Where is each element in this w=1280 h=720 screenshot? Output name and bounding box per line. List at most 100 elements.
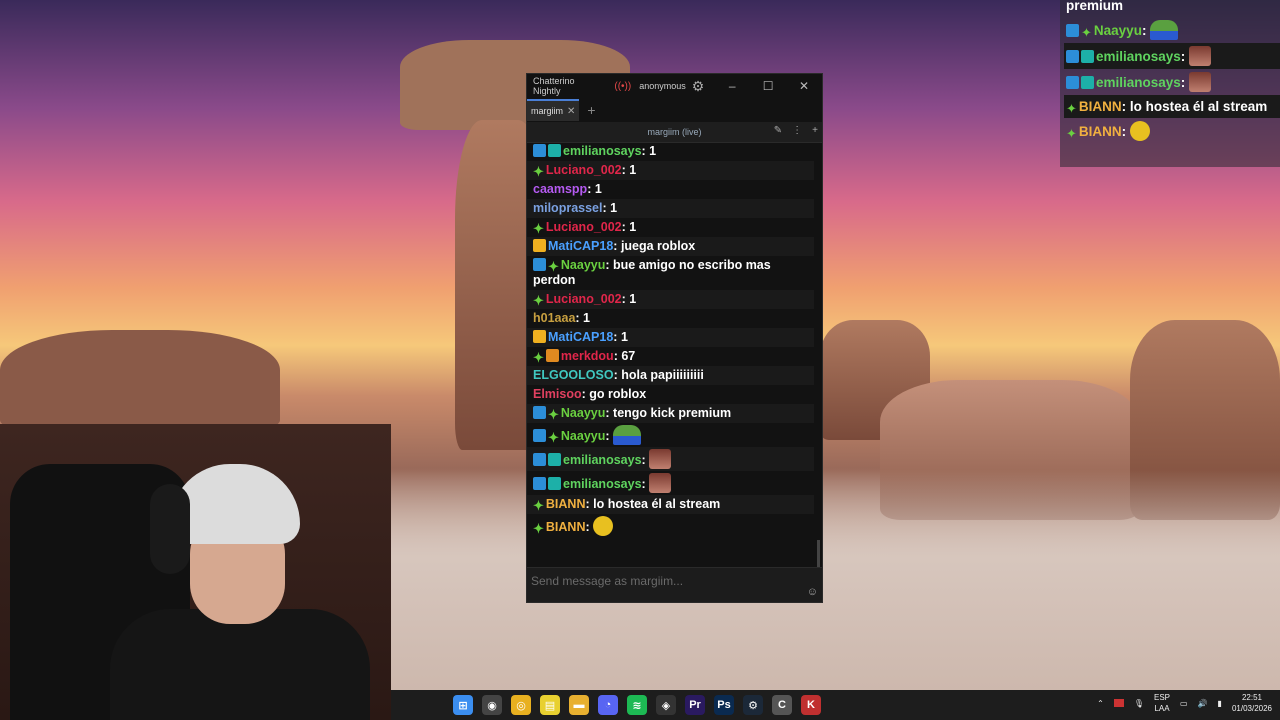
chat-username[interactable]: BIANN: [546, 520, 586, 534]
chat-message[interactable]: h01aaa: 1: [527, 309, 814, 328]
message-input[interactable]: Send message as margiim... ☺: [527, 567, 822, 602]
chat-username[interactable]: Naayyu: [1094, 23, 1142, 38]
chat-message[interactable]: caamspp: 1: [527, 180, 814, 199]
microphone-icon[interactable]: 🎙: [1134, 699, 1144, 708]
chat-username[interactable]: emilianosays: [1096, 49, 1181, 64]
more-options-icon[interactable]: ⋮: [792, 125, 802, 136]
chat-username[interactable]: BIANN: [546, 497, 586, 511]
chat-message[interactable]: ✦ Naayyu:: [1064, 17, 1280, 43]
chat-username[interactable]: miloprassel: [533, 201, 602, 215]
chat-username[interactable]: Luciano_002: [546, 292, 622, 306]
split-header[interactable]: margiim (live) ✎ ⋮ +: [527, 122, 822, 143]
chat-username[interactable]: emilianosays: [1096, 75, 1181, 90]
chat-message[interactable]: ✦ BIANN: lo hostea él al stream: [1064, 95, 1280, 118]
chat-message[interactable]: emilianosays:: [1064, 69, 1280, 95]
notes-taskbar-icon[interactable]: ▤: [540, 695, 560, 715]
steam-taskbar-icon[interactable]: ⚙: [743, 695, 763, 715]
chat-message[interactable]: ✦ Naayyu:: [527, 423, 814, 447]
face-emote-icon[interactable]: [649, 473, 672, 493]
chat-text: 1: [594, 182, 602, 196]
face-emote-icon[interactable]: [1189, 72, 1212, 92]
maximize-button[interactable]: ☐: [750, 79, 786, 93]
chat-message[interactable]: ✦ Naayyu: bue amigo no escribo mas perdon: [527, 256, 814, 290]
chat-username[interactable]: BIANN: [1079, 99, 1122, 114]
chat-separator: :: [613, 330, 621, 344]
chat-message[interactable]: ✦ BIANN: lo hostea él al stream: [527, 495, 814, 514]
gear-icon[interactable]: ⚙: [692, 78, 705, 95]
network-icon[interactable]: ▭: [1180, 699, 1188, 708]
volume-icon[interactable]: 🔊: [1198, 699, 1208, 708]
language-indicator[interactable]: ESP LAA: [1154, 692, 1170, 714]
chat-username[interactable]: emilianosays: [563, 144, 642, 158]
clock[interactable]: 22:51 01/03/2026: [1232, 692, 1272, 714]
chat-message[interactable]: ✦ BIANN:: [1064, 118, 1280, 144]
title-bar[interactable]: Chatterino Nightly ((•)) anonymous ⚙ – ☐…: [527, 74, 822, 98]
chat-username[interactable]: Naayyu: [561, 406, 605, 420]
spotify-taskbar-icon[interactable]: ≋: [627, 695, 647, 715]
pepe-emote-icon[interactable]: [613, 425, 642, 445]
chat-username[interactable]: Naayyu: [561, 429, 605, 443]
close-tab-icon[interactable]: ✕: [567, 106, 575, 117]
chat-username[interactable]: MatiCAP18: [548, 330, 613, 344]
chat-username[interactable]: Luciano_002: [546, 163, 622, 177]
battery-icon[interactable]: ▮: [1218, 699, 1222, 708]
add-tab-icon[interactable]: +: [587, 102, 595, 118]
chat-username[interactable]: Elmisoo: [533, 387, 582, 401]
account-name[interactable]: anonymous: [639, 81, 686, 91]
chat-message[interactable]: emilianosays:: [527, 471, 814, 495]
add-split-icon[interactable]: +: [812, 125, 818, 136]
yellow-emote-icon[interactable]: [593, 516, 614, 536]
minimize-button[interactable]: –: [714, 79, 750, 93]
chat-message[interactable]: ✦ merkdou: 67: [527, 347, 814, 366]
chat-message[interactable]: Elmisoo: go roblox: [527, 385, 814, 404]
chat-username[interactable]: h01aaa: [533, 311, 575, 325]
app-taskbar-icon[interactable]: ◈: [656, 695, 676, 715]
chat-username[interactable]: Luciano_002: [546, 220, 622, 234]
tab-margiim[interactable]: margiim ✕: [527, 99, 580, 121]
kick-taskbar-icon[interactable]: K: [801, 695, 821, 715]
scrollbar-thumb[interactable]: [817, 540, 820, 570]
chat-message[interactable]: emilianosays:: [1064, 43, 1280, 69]
chat-message[interactable]: MatiCAP18: juega roblox: [527, 237, 814, 256]
chat-username[interactable]: ELGOOLOSO: [533, 368, 614, 382]
photoshop-taskbar-icon[interactable]: Ps: [714, 695, 734, 715]
chat-message[interactable]: ✦ BIANN:: [527, 514, 814, 538]
mod-badge-icon: [533, 144, 546, 157]
chat-message[interactable]: ✦ Naayyu: tengo kick premium: [527, 404, 814, 423]
chat-username[interactable]: MatiCAP18: [548, 239, 613, 253]
chatterino-taskbar-icon[interactable]: C: [772, 695, 792, 715]
chat-message[interactable]: ELGOOLOSO: hola papiiiiiiiii: [527, 366, 814, 385]
chat-message[interactable]: miloprassel: 1: [527, 199, 814, 218]
face-emote-icon[interactable]: [1189, 46, 1212, 66]
chat-message[interactable]: emilianosays:: [527, 447, 814, 471]
yellow-emote-icon[interactable]: [1129, 121, 1150, 141]
chat-message[interactable]: ✦ Luciano_002: 1: [527, 218, 814, 237]
chrome-taskbar-icon[interactable]: ◎: [511, 695, 531, 715]
discord-taskbar-icon[interactable]: ◔: [598, 695, 618, 715]
chevron-up-icon[interactable]: ⌃: [1097, 699, 1104, 708]
start-taskbar-icon[interactable]: ⊞: [453, 695, 473, 715]
chat-username[interactable]: emilianosays: [563, 477, 642, 491]
message-list[interactable]: emilianosays: 1 ✦ Luciano_002: 1 caamspp: 1…: [527, 142, 814, 570]
face-emote-icon[interactable]: [649, 449, 672, 469]
pepe-emote-icon[interactable]: [1150, 20, 1179, 40]
chat-username[interactable]: BIANN: [1079, 124, 1122, 139]
chat-message[interactable]: ✦ Luciano_002: 1: [527, 290, 814, 309]
scrollbar[interactable]: [816, 142, 820, 570]
chat-username[interactable]: emilianosays: [563, 453, 642, 467]
close-button[interactable]: ✕: [786, 79, 822, 93]
files-taskbar-icon[interactable]: ▬: [569, 695, 589, 715]
moderation-icon[interactable]: ✎: [774, 125, 782, 136]
chat-username[interactable]: Naayyu: [561, 258, 605, 272]
chat-message[interactable]: ✦ Luciano_002: 1: [527, 161, 814, 180]
chat-username[interactable]: caamspp: [533, 182, 587, 196]
obs-taskbar-icon[interactable]: ◉: [482, 695, 502, 715]
broadcast-icon: ((•)): [614, 80, 632, 92]
flag-icon[interactable]: [1113, 699, 1124, 707]
chat-message[interactable]: emilianosays: 1: [527, 142, 814, 161]
sparkle-badge-icon: ✦: [533, 521, 544, 536]
chat-username[interactable]: merkdou: [561, 349, 614, 363]
chat-message[interactable]: MatiCAP18: 1: [527, 328, 814, 347]
emote-picker-icon[interactable]: ☺: [807, 586, 818, 598]
premiere-taskbar-icon[interactable]: Pr: [685, 695, 705, 715]
